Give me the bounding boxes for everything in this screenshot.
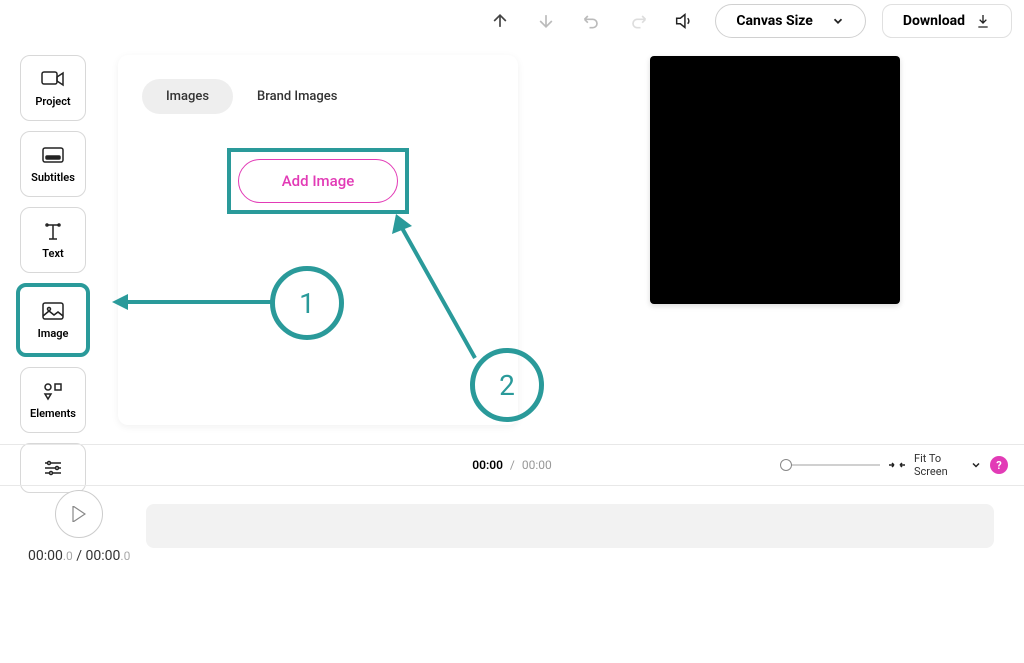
subtitles-icon bbox=[41, 145, 65, 165]
volume-icon[interactable] bbox=[669, 6, 699, 36]
move-down-icon[interactable] bbox=[531, 6, 561, 36]
play-sep: / bbox=[73, 548, 86, 564]
top-toolbar: Canvas Size Download bbox=[485, 4, 1012, 38]
add-image-highlight: Add Image bbox=[227, 148, 409, 214]
sidebar-item-subtitles[interactable]: Subtitles bbox=[20, 131, 86, 197]
timeline-header: 00:00 / 00:00 Fit To Screen ? bbox=[0, 444, 1024, 486]
left-sidebar: Project Subtitles Text Image Elements bbox=[20, 55, 90, 493]
play-total-dec: .0 bbox=[120, 549, 130, 563]
image-icon bbox=[41, 301, 65, 321]
zoom-handle[interactable] bbox=[780, 459, 792, 471]
panel-tabs: Images Brand Images bbox=[142, 79, 494, 114]
time-total: 00:00 bbox=[522, 458, 552, 472]
sidebar-item-label: Text bbox=[42, 247, 63, 260]
play-button[interactable] bbox=[55, 490, 103, 538]
play-current: 00:00 bbox=[28, 548, 63, 564]
play-icon bbox=[72, 506, 86, 522]
tab-images[interactable]: Images bbox=[142, 79, 233, 114]
play-current-dec: .0 bbox=[63, 549, 73, 563]
canvas-preview[interactable] bbox=[650, 56, 900, 304]
play-time-display: 00:00.0 / 00:00.0 bbox=[28, 548, 130, 564]
zoom-slider[interactable] bbox=[780, 464, 880, 466]
image-panel: Images Brand Images Add Image bbox=[118, 55, 518, 425]
video-icon bbox=[41, 69, 65, 89]
sidebar-item-label: Elements bbox=[30, 407, 76, 420]
add-image-button[interactable]: Add Image bbox=[238, 159, 398, 203]
text-icon bbox=[41, 221, 65, 241]
sidebar-item-project[interactable]: Project bbox=[20, 55, 86, 121]
download-button[interactable]: Download bbox=[882, 4, 1012, 38]
move-up-icon[interactable] bbox=[485, 6, 515, 36]
elements-icon bbox=[41, 381, 65, 401]
sidebar-item-text[interactable]: Text bbox=[20, 207, 86, 273]
sidebar-item-label: Project bbox=[35, 95, 70, 108]
redo-icon[interactable] bbox=[623, 6, 653, 36]
chevron-down-icon bbox=[831, 14, 845, 28]
sidebar-item-image[interactable]: Image bbox=[16, 283, 90, 357]
sidebar-item-label: Subtitles bbox=[31, 171, 75, 184]
sidebar-item-label: Image bbox=[38, 327, 69, 340]
download-label: Download bbox=[903, 13, 965, 29]
play-total: 00:00 bbox=[86, 548, 121, 564]
time-separator: / bbox=[510, 458, 515, 472]
tab-brand-images[interactable]: Brand Images bbox=[233, 79, 361, 114]
download-icon bbox=[975, 13, 991, 29]
canvas-size-label: Canvas Size bbox=[736, 13, 813, 29]
time-display: 00:00 / 00:00 bbox=[472, 458, 552, 472]
canvas-size-button[interactable]: Canvas Size bbox=[715, 4, 866, 38]
fit-controls: Fit To Screen ? bbox=[780, 452, 1008, 478]
fit-collapse-icon[interactable] bbox=[888, 458, 906, 472]
time-current: 00:00 bbox=[472, 458, 503, 472]
fit-to-screen-label[interactable]: Fit To Screen bbox=[914, 452, 962, 478]
timeline-track[interactable] bbox=[146, 504, 994, 548]
play-controls: 00:00.0 / 00:00.0 bbox=[28, 490, 130, 564]
undo-icon[interactable] bbox=[577, 6, 607, 36]
sidebar-item-elements[interactable]: Elements bbox=[20, 367, 86, 433]
chevron-down-icon[interactable] bbox=[970, 459, 982, 471]
help-button[interactable]: ? bbox=[990, 456, 1008, 474]
